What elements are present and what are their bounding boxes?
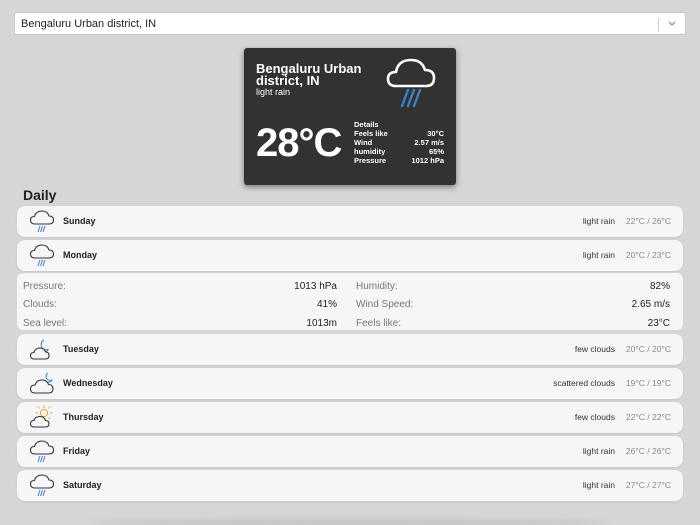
daily-row-thursday[interactable]: Thursday few clouds 22°C / 22°C (17, 402, 683, 433)
detail-label: humidity (354, 147, 386, 156)
location-select[interactable]: Bengaluru Urban district, IN (14, 12, 686, 35)
daily-row-sunday[interactable]: Sunday light rain 22°C / 26°C (17, 206, 683, 237)
day-description: few clouds (574, 344, 615, 354)
current-details: Details Feels like 30°C Wind 2.57 m/s hu… (354, 120, 444, 165)
daily-row-tuesday[interactable]: Tuesday few clouds 20°C / 20°C (17, 334, 683, 365)
detail-value: 30°C (427, 129, 444, 138)
day-name: Wednesday (63, 378, 113, 388)
detail-label: Sea level: (23, 317, 67, 329)
monday-details-panel: Pressure: 1013 hPa Clouds: 41% Sea level… (17, 273, 683, 330)
day-name: Tuesday (63, 344, 99, 354)
day-temps: 22°C / 26°C (625, 216, 671, 226)
day-temps: 19°C / 19°C (625, 378, 671, 388)
current-temperature: 28°C (256, 121, 342, 165)
detail-value: 2.57 m/s (414, 138, 444, 147)
sun-cloud-icon (29, 405, 53, 428)
day-name: Friday (63, 446, 91, 456)
day-description: light rain (582, 446, 615, 456)
detail-label: Humidity: (356, 280, 398, 292)
detail-value: 82% (649, 280, 670, 292)
rain-cloud-icon (29, 244, 55, 267)
bottom-shadow (90, 519, 610, 525)
current-description: light rain (256, 87, 291, 97)
daily-row-monday[interactable]: Monday light rain 20°C / 23°C (17, 240, 683, 271)
daily-row-wednesday[interactable]: Wednesday scattered clouds 19°C / 19°C (17, 368, 683, 399)
chevron-down-icon[interactable] (665, 16, 679, 32)
day-name: Thursday (63, 412, 104, 422)
detail-row: humidity 65% (354, 147, 444, 156)
detail-row: Clouds: 41% (23, 296, 337, 315)
day-description: light rain (582, 480, 615, 490)
detail-value: 1013m (306, 317, 337, 329)
day-temps: 20°C / 23°C (625, 250, 671, 260)
select-divider (658, 18, 659, 31)
day-temps: 26°C / 26°C (625, 446, 671, 456)
day-description: light rain (582, 250, 615, 260)
day-name: Saturday (63, 480, 102, 490)
location-select-value: Bengaluru Urban district, IN (21, 17, 157, 30)
detail-label: Wind Speed: (356, 299, 414, 311)
moon-cloud-icon (29, 339, 50, 360)
detail-row: Pressure 1012 hPa (354, 156, 444, 165)
day-description: few clouds (574, 412, 615, 422)
details-column-right: Humidity: 82% Wind Speed: 2.65 m/s Feels… (356, 277, 670, 333)
moon-cloud-icon (29, 372, 54, 394)
daily-row-friday[interactable]: Friday light rain 26°C / 26°C (17, 436, 683, 467)
detail-value: 65% (428, 147, 444, 156)
detail-label: Feels like: (356, 317, 402, 329)
detail-value: 1012 hPa (411, 156, 444, 165)
detail-value: 1013 hPa (294, 280, 337, 292)
rain-cloud-icon (29, 210, 55, 233)
day-name: Monday (63, 250, 98, 260)
day-temps: 27°C / 27°C (625, 480, 671, 490)
current-city: Bengaluru Urban district, IN (256, 61, 362, 88)
detail-label: Feels like (354, 129, 388, 138)
detail-value: 41% (316, 299, 337, 311)
detail-value: 2.65 m/s (631, 299, 670, 311)
details-title: Details (354, 120, 379, 129)
detail-row: Wind Speed: 2.65 m/s (356, 296, 670, 315)
day-temps: 20°C / 20°C (625, 344, 671, 354)
detail-label: Pressure: (23, 280, 66, 292)
day-description: light rain (582, 216, 615, 226)
rain-cloud-icon (29, 474, 55, 497)
detail-row: Wind 2.57 m/s (354, 138, 444, 147)
detail-row: Humidity: 82% (356, 277, 670, 296)
day-description: scattered clouds (553, 378, 615, 388)
detail-value: 23°C (647, 317, 670, 329)
rain-cloud-icon (29, 440, 55, 463)
detail-row: Sea level: 1013m (23, 314, 337, 333)
detail-label: Pressure (354, 156, 387, 165)
rain-cloud-icon (386, 58, 436, 108)
detail-row: Feels like: 23°C (356, 314, 670, 333)
detail-label: Clouds: (23, 299, 57, 311)
daily-row-saturday[interactable]: Saturday light rain 27°C / 27°C (17, 470, 683, 501)
current-weather-card: Bengaluru Urban district, IN light rain … (244, 48, 456, 185)
detail-row: Feels like 30°C (354, 129, 444, 138)
day-name: Sunday (63, 216, 96, 226)
detail-row: Pressure: 1013 hPa (23, 277, 337, 296)
details-column-left: Pressure: 1013 hPa Clouds: 41% Sea level… (23, 277, 337, 333)
day-temps: 22°C / 22°C (625, 412, 671, 422)
detail-label: Wind (354, 138, 373, 147)
daily-title: Daily (23, 187, 57, 203)
